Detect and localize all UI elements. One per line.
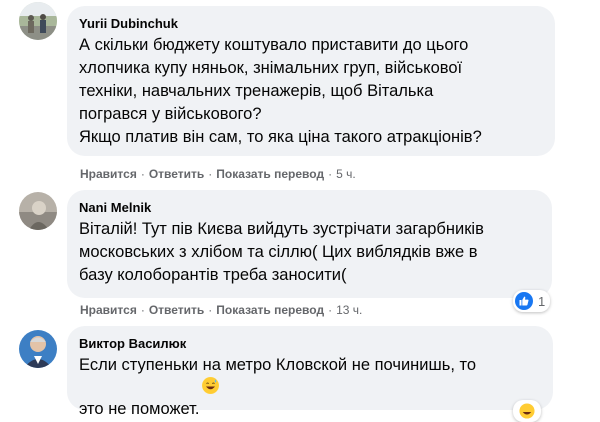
grinning-sweat-emoji <box>201 377 219 394</box>
comment-bubble: Nani Melnik Віталій! Тут пів Києва вийду… <box>67 190 552 298</box>
comment-author[interactable]: Виктор Василюк <box>79 335 540 352</box>
like-link[interactable]: Нравится <box>80 167 137 181</box>
reactions-badge[interactable] <box>513 400 541 422</box>
comment-text-content: Если ступеньки на метро Кловской не почи… <box>79 356 477 418</box>
comment-bubble: Yurii Dubinchuk А скільки бюджету коштув… <box>67 6 555 156</box>
avatar[interactable] <box>19 330 57 368</box>
comment-actions: Нравится · Ответить · Показать перевод · 13 ч. <box>80 303 363 317</box>
like-link[interactable]: Нравится <box>80 303 137 317</box>
avatar[interactable] <box>19 192 57 230</box>
comment-author[interactable]: Yurii Dubinchuk <box>79 15 542 32</box>
comment-text: А скільки бюджету коштувало приставити д… <box>79 36 482 146</box>
timestamp[interactable]: 5 ч. <box>336 167 356 181</box>
translate-link[interactable]: Показать перевод <box>216 303 324 317</box>
comment-actions: Нравится · Ответить · Показать перевод · 5 ч. <box>80 167 356 181</box>
reply-link[interactable]: Ответить <box>149 167 204 181</box>
reaction-count: 1 <box>538 293 546 309</box>
comment-text: Если ступеньки на метро Кловской не почи… <box>79 354 540 421</box>
like-icon <box>515 292 533 310</box>
timestamp[interactable]: 13 ч. <box>336 303 362 317</box>
reply-link[interactable]: Ответить <box>149 303 204 317</box>
grinning-sweat-emoji <box>519 403 535 419</box>
avatar[interactable] <box>19 2 57 40</box>
reactions-badge[interactable]: 1 <box>513 290 551 312</box>
comment-author[interactable]: Nani Melnik <box>79 199 539 216</box>
comment-bubble: Виктор Василюк Если ступеньки на метро К… <box>67 326 553 418</box>
comment-text: Віталій! Тут пів Києва вийдуть зустрічат… <box>79 220 484 284</box>
translate-link[interactable]: Показать перевод <box>216 167 324 181</box>
